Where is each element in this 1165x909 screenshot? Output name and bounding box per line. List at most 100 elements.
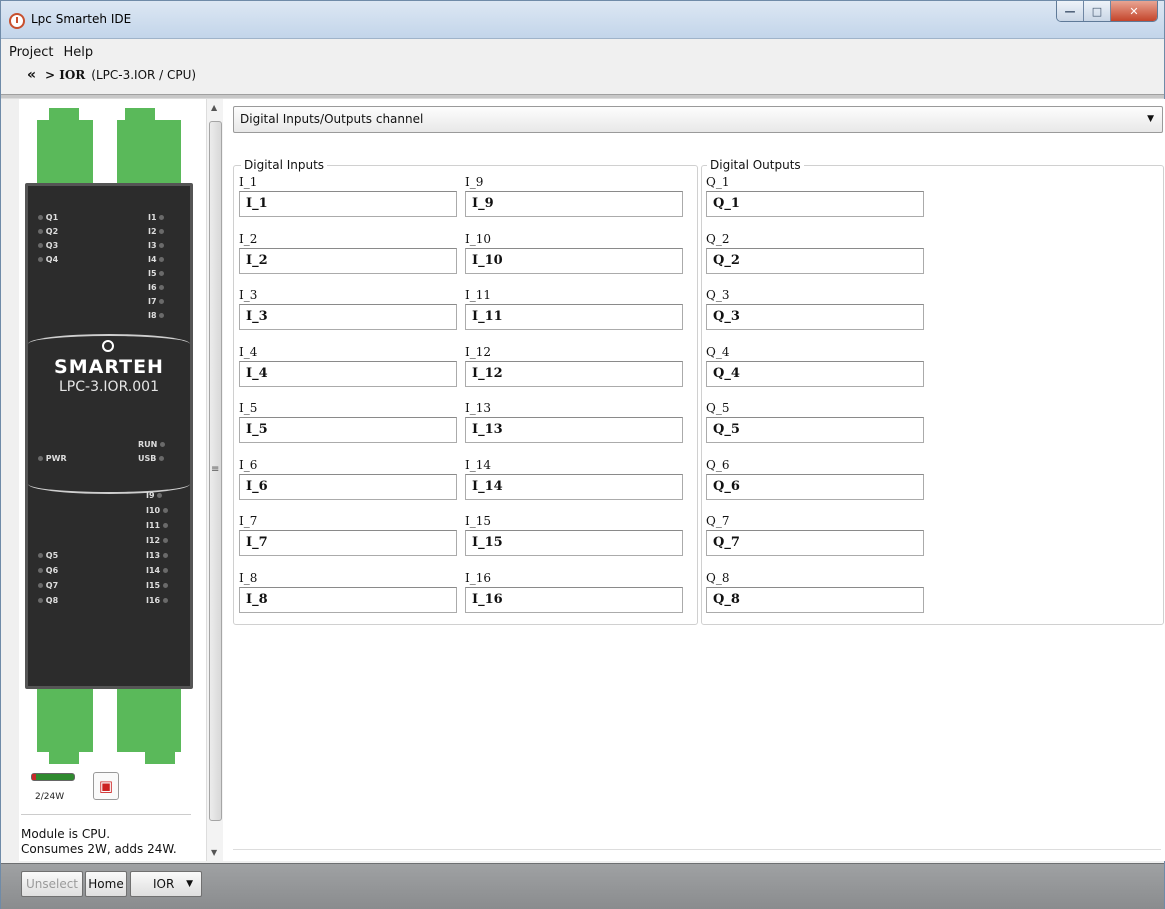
maximize-button[interactable]: □ xyxy=(1084,1,1111,21)
io-field-label: Q_1 xyxy=(706,175,730,189)
top-right-connector xyxy=(117,120,181,184)
led-run: RUN xyxy=(138,440,166,449)
ior-dropdown-button[interactable]: IOR ▼ xyxy=(130,871,202,897)
led-i6: I6 xyxy=(148,283,165,292)
app-window: Lpc Smarteh IDE — □ ✕ Project Help « > I… xyxy=(0,0,1165,909)
led-i1: I1 xyxy=(148,213,165,222)
top-left-connector xyxy=(37,120,93,184)
io-field-input[interactable]: I_7 xyxy=(239,530,457,556)
unselect-button[interactable]: Unselect xyxy=(21,871,83,897)
minimize-button[interactable]: — xyxy=(1057,1,1084,21)
channel-dropdown[interactable]: Digital Inputs/Outputs channel ▼ xyxy=(233,106,1163,133)
window-title: Lpc Smarteh IDE xyxy=(31,12,132,26)
status-line-1: Module is CPU. xyxy=(21,827,111,841)
io-field-input[interactable]: I_1 xyxy=(239,191,457,217)
io-field-input[interactable]: I_4 xyxy=(239,361,457,387)
io-field-input[interactable]: I_2 xyxy=(239,248,457,274)
home-button[interactable]: Home xyxy=(85,871,127,897)
led-i16: I16 xyxy=(146,596,168,605)
led-pwr: PWR xyxy=(38,454,67,463)
digital-outputs-group xyxy=(701,165,1164,625)
io-field-input[interactable]: I_8 xyxy=(239,587,457,613)
io-field-input[interactable]: Q_2 xyxy=(706,248,924,274)
module-status: Module is CPU. Consumes 2W, adds 24W. xyxy=(21,827,177,857)
app-icon xyxy=(9,13,25,29)
io-field-label: I_10 xyxy=(465,232,492,246)
io-field-input[interactable]: I_11 xyxy=(465,304,683,330)
led-i4: I4 xyxy=(148,255,165,264)
pdf-icon[interactable]: ▣ xyxy=(93,772,119,800)
scroll-up-icon[interactable]: ▲ xyxy=(211,103,217,112)
breadcrumb-current[interactable]: > IOR xyxy=(45,68,85,82)
led-q5: Q5 xyxy=(38,551,58,560)
led-q3: Q3 xyxy=(38,241,58,250)
device-brand: SMARTEH xyxy=(54,356,164,378)
io-field-input[interactable]: Q_7 xyxy=(706,530,924,556)
breadcrumb-detail: (LPC-3.IOR / CPU) xyxy=(91,68,197,82)
top-right-connector-tab xyxy=(125,108,155,122)
power-bar xyxy=(31,773,75,781)
io-field-label: Q_6 xyxy=(706,458,730,472)
menu-bar: Project Help xyxy=(1,43,1164,63)
io-field-label: I_12 xyxy=(465,345,492,359)
led-i13: I13 xyxy=(146,551,168,560)
io-field-input[interactable]: I_16 xyxy=(465,587,683,613)
io-field-label: Q_8 xyxy=(706,571,730,585)
grip-icon: ≡ xyxy=(211,464,220,475)
io-field-label: I_3 xyxy=(239,288,258,302)
io-field-input[interactable]: I_9 xyxy=(465,191,683,217)
io-field-input[interactable]: I_13 xyxy=(465,417,683,443)
led-i8: I8 xyxy=(148,311,165,320)
io-field-label: I_13 xyxy=(465,401,492,415)
menu-help[interactable]: Help xyxy=(63,43,93,63)
io-field-input[interactable]: I_3 xyxy=(239,304,457,330)
io-field-input[interactable]: I_12 xyxy=(465,361,683,387)
io-field-input[interactable]: Q_1 xyxy=(706,191,924,217)
io-field-label: I_11 xyxy=(465,288,492,302)
io-field-input[interactable]: I_5 xyxy=(239,417,457,443)
io-field-label: I_15 xyxy=(465,514,492,528)
bottom-left-connector-tab xyxy=(49,750,79,764)
led-q1: Q1 xyxy=(38,213,58,222)
menu-project[interactable]: Project xyxy=(9,43,53,63)
plc-device-image[interactable]: Q1 Q2 Q3 Q4 I1 I2 I3 I4 I5 I6 I7 I8 SMAR… xyxy=(25,108,193,764)
io-field-label: I_8 xyxy=(239,571,258,585)
io-field-label: I_2 xyxy=(239,232,258,246)
io-field-input[interactable]: Q_5 xyxy=(706,417,924,443)
io-field-input[interactable]: Q_8 xyxy=(706,587,924,613)
io-field-input[interactable]: Q_3 xyxy=(706,304,924,330)
io-field-label: I_1 xyxy=(239,175,258,189)
power-indicator: 2/24W xyxy=(29,770,79,802)
breadcrumb: > IOR (LPC-3.IOR / CPU) xyxy=(45,68,196,82)
io-field-label: I_14 xyxy=(465,458,492,472)
io-field-input[interactable]: I_6 xyxy=(239,474,457,500)
io-field-label: I_4 xyxy=(239,345,258,359)
io-field-label: Q_3 xyxy=(706,288,730,302)
led-i14: I14 xyxy=(146,566,168,575)
io-field-label: I_6 xyxy=(239,458,258,472)
back-chevron-icon[interactable]: « xyxy=(27,67,36,83)
io-field-input[interactable]: Q_4 xyxy=(706,361,924,387)
led-q7: Q7 xyxy=(38,581,58,590)
io-field-input[interactable]: I_15 xyxy=(465,530,683,556)
led-i2: I2 xyxy=(148,227,165,236)
bottom-left-connector xyxy=(37,688,93,752)
led-q6: Q6 xyxy=(38,566,58,575)
left-panel-scrollbar[interactable]: ▲ ≡ ▼ xyxy=(206,99,223,861)
scroll-down-icon[interactable]: ▼ xyxy=(211,848,217,857)
io-field-label: Q_5 xyxy=(706,401,730,415)
io-field-label: Q_7 xyxy=(706,514,730,528)
divider xyxy=(21,814,191,815)
io-field-label: I_16 xyxy=(465,571,492,585)
io-field-input[interactable]: I_10 xyxy=(465,248,683,274)
status-ring-icon xyxy=(102,340,114,352)
power-label: 2/24W xyxy=(35,792,65,802)
device-model: LPC-3.IOR.001 xyxy=(59,379,159,395)
led-usb: USB xyxy=(138,454,165,463)
io-field-input[interactable]: I_14 xyxy=(465,474,683,500)
led-q8: Q8 xyxy=(38,596,58,605)
io-field-input[interactable]: Q_6 xyxy=(706,474,924,500)
io-field-label: I_5 xyxy=(239,401,258,415)
io-field-label: Q_2 xyxy=(706,232,730,246)
close-button[interactable]: ✕ xyxy=(1111,1,1157,21)
